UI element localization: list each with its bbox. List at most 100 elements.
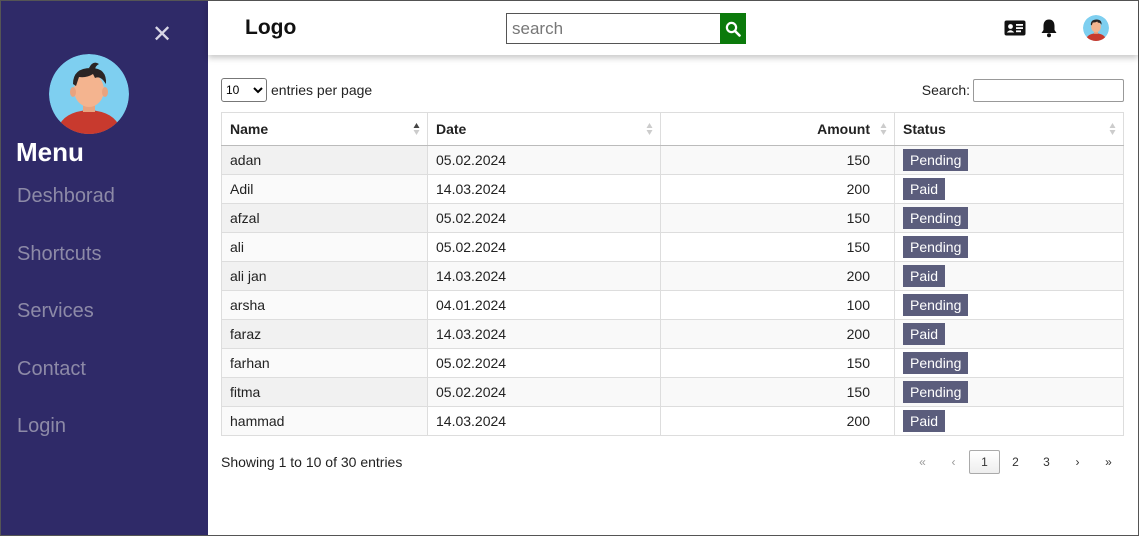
close-icon[interactable]: ✕ xyxy=(152,23,172,47)
sidebar-item-shortcuts[interactable]: Shortcuts xyxy=(17,240,115,298)
cell-name: afzal xyxy=(221,203,428,233)
table-row: hammad 14.03.2024 200 Paid xyxy=(221,406,1124,436)
table-row: adan 05.02.2024 150 Pending xyxy=(221,145,1124,175)
cell-status: Paid xyxy=(894,406,1124,436)
cell-status: Pending xyxy=(894,232,1124,262)
search-icon xyxy=(725,21,741,37)
cell-status: Pending xyxy=(894,145,1124,175)
column-header-status[interactable]: Status xyxy=(894,112,1124,146)
cell-status: Paid xyxy=(894,261,1124,291)
table-row: ali jan 14.03.2024 200 Paid xyxy=(221,261,1124,291)
notifications-button[interactable] xyxy=(1038,13,1060,43)
sort-icon xyxy=(646,123,653,135)
sidebar-item-login[interactable]: Login xyxy=(17,412,115,470)
table-controls: 10 entries per page Search: xyxy=(221,77,1124,103)
cell-date: 05.02.2024 xyxy=(427,203,661,233)
status-badge: Pending xyxy=(903,381,969,403)
status-badge: Paid xyxy=(903,410,946,432)
status-badge: Pending xyxy=(903,149,969,171)
cell-status: Pending xyxy=(894,377,1124,407)
sidebar-item-services[interactable]: Services xyxy=(17,297,115,355)
entries-table: Name Date Amount Status adan 05.02.2024 … xyxy=(221,112,1124,436)
page-button-2[interactable]: 2 xyxy=(1000,450,1031,474)
main-area: Logo search 10 entries per page Search: … xyxy=(208,1,1138,535)
avatar xyxy=(49,54,129,134)
logo: Logo xyxy=(245,16,297,39)
first-page-button[interactable]: « xyxy=(907,450,938,474)
menu-title: Menu xyxy=(16,137,84,167)
sidebar-nav: Deshborad Shortcuts Services Contact Log… xyxy=(17,182,115,470)
entries-label: entries per page xyxy=(271,82,373,98)
cell-name: adan xyxy=(221,145,428,175)
column-header-date[interactable]: Date xyxy=(427,112,661,146)
cell-status: Pending xyxy=(894,203,1124,233)
status-badge: Paid xyxy=(903,265,946,287)
cell-name: faraz xyxy=(221,319,428,349)
cell-status: Pending xyxy=(894,290,1124,320)
table-row: farhan 05.02.2024 150 Pending xyxy=(221,348,1124,378)
sidebar-item-contact[interactable]: Contact xyxy=(17,355,115,413)
cell-date: 05.02.2024 xyxy=(427,377,661,407)
column-header-name[interactable]: Name xyxy=(221,112,428,146)
cell-amount: 200 xyxy=(660,174,895,204)
search-button[interactable] xyxy=(720,13,746,44)
cell-date: 05.02.2024 xyxy=(427,145,661,175)
cell-name: fitma xyxy=(221,377,428,407)
bell-icon xyxy=(1041,19,1057,38)
entries-info: Showing 1 to 10 of 30 entries xyxy=(221,454,403,470)
cell-name: hammad xyxy=(221,406,428,436)
page-size-select[interactable]: 10 xyxy=(221,78,267,102)
previous-page-button[interactable]: ‹ xyxy=(938,450,969,474)
cell-date: 14.03.2024 xyxy=(427,406,661,436)
column-header-label: Date xyxy=(436,121,467,137)
table-row: afzal 05.02.2024 150 Pending xyxy=(221,203,1124,233)
column-header-label: Status xyxy=(903,121,946,137)
table-filter: Search: xyxy=(921,78,1124,102)
table-row: ali 05.02.2024 150 Pending xyxy=(221,232,1124,262)
cell-date: 05.02.2024 xyxy=(427,232,661,262)
cell-name: Adil xyxy=(221,174,428,204)
cell-status: Pending xyxy=(894,348,1124,378)
cell-date: 05.02.2024 xyxy=(427,348,661,378)
status-badge: Paid xyxy=(903,178,946,200)
table-row: fitma 05.02.2024 150 Pending xyxy=(221,377,1124,407)
table-row: faraz 14.03.2024 200 Paid xyxy=(221,319,1124,349)
table-search-label: Search: xyxy=(921,82,970,98)
cell-amount: 150 xyxy=(660,348,895,378)
table-search-input[interactable] xyxy=(973,78,1124,102)
next-page-button[interactable]: › xyxy=(1062,450,1093,474)
user-avatar-button[interactable] xyxy=(1082,13,1110,43)
sidebar: ✕ Menu Deshborad Shortcuts Services Cont… xyxy=(1,1,208,535)
table-body: adan 05.02.2024 150 Pending Adil 14.03.2… xyxy=(221,145,1124,436)
status-badge: Pending xyxy=(903,294,969,316)
table-header-row: Name Date Amount Status xyxy=(221,112,1124,146)
cell-amount: 150 xyxy=(660,232,895,262)
cell-amount: 150 xyxy=(660,377,895,407)
app-window: ✕ Menu Deshborad Shortcuts Services Cont… xyxy=(0,0,1139,536)
sort-ascending-icon xyxy=(413,123,420,135)
table-footer: Showing 1 to 10 of 30 entries « ‹ 1 2 3 … xyxy=(221,450,1124,474)
status-badge: Paid xyxy=(903,323,946,345)
search-input[interactable] xyxy=(506,13,720,44)
cell-date: 04.01.2024 xyxy=(427,290,661,320)
table-row: Adil 14.03.2024 200 Paid xyxy=(221,174,1124,204)
sort-icon xyxy=(880,123,887,135)
sort-icon xyxy=(1109,123,1116,135)
id-card-button[interactable] xyxy=(1003,13,1027,43)
data-table-wrapper: 10 entries per page Search: Name Date Am… xyxy=(221,77,1124,474)
page-button-1[interactable]: 1 xyxy=(969,450,1000,474)
status-badge: Pending xyxy=(903,236,969,258)
cell-name: ali xyxy=(221,232,428,262)
page-button-3[interactable]: 3 xyxy=(1031,450,1062,474)
top-bar: Logo xyxy=(208,1,1138,55)
status-badge: Pending xyxy=(903,352,969,374)
cell-status: Paid xyxy=(894,319,1124,349)
avatar xyxy=(1083,15,1109,41)
cell-status: Paid xyxy=(894,174,1124,204)
sidebar-item-dashboard[interactable]: Deshborad xyxy=(17,182,115,240)
column-header-amount[interactable]: Amount xyxy=(660,112,895,146)
id-card-icon xyxy=(1004,20,1026,36)
header-search xyxy=(506,13,746,44)
cell-amount: 200 xyxy=(660,406,895,436)
last-page-button[interactable]: » xyxy=(1093,450,1124,474)
